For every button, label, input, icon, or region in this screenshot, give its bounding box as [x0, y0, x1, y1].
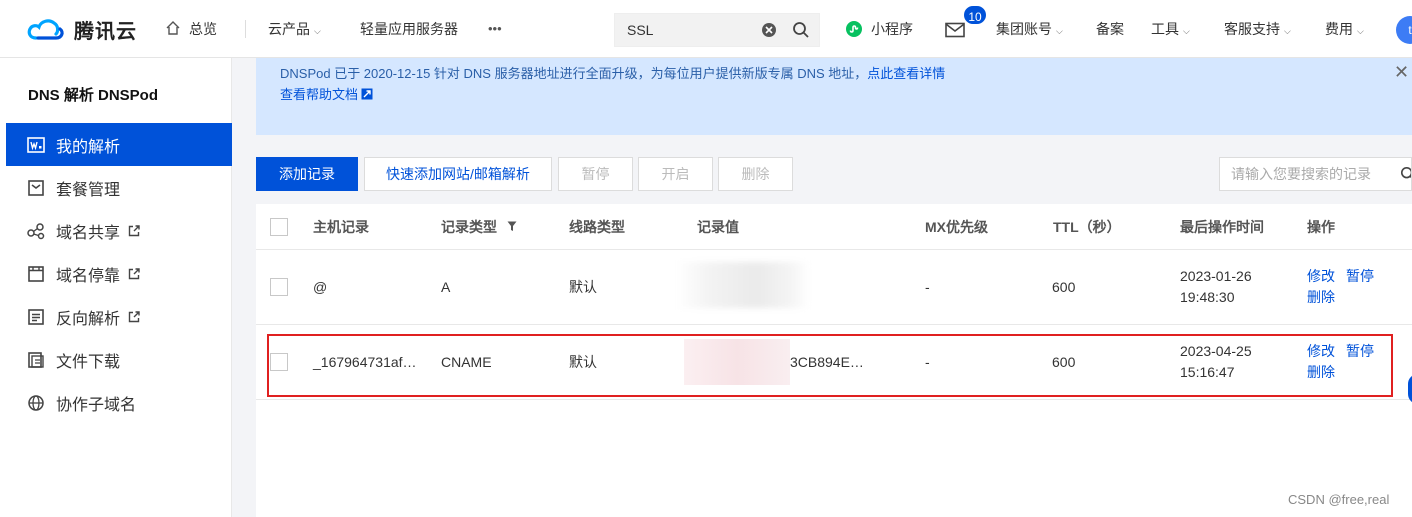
nav-overview[interactable]: 总览 — [165, 0, 217, 58]
nav-tools[interactable]: 工具 ⌵ — [1151, 0, 1190, 58]
table-row: @ A 默认 - 600 2023-01-26 19:48:30 修改 暂停 删… — [256, 250, 1412, 325]
nav-icp[interactable]: 备案 — [1096, 0, 1124, 58]
globe-icon — [26, 393, 46, 413]
col-host: 主机记录 — [313, 219, 369, 235]
external-link-icon — [128, 310, 140, 323]
select-all-checkbox[interactable] — [270, 218, 288, 236]
chevron-down-icon: ⌵ — [1183, 26, 1190, 36]
close-icon[interactable]: ✕ — [1394, 62, 1409, 83]
notice-text-line: DNSPod 已于 2020-12-15 针对 DNS 服务器地址进行全面升级，… — [280, 63, 945, 82]
package-icon — [26, 178, 46, 198]
search-icon[interactable] — [1400, 166, 1412, 182]
miniprogram-icon — [846, 21, 862, 37]
avatar[interactable]: t — [1396, 16, 1412, 44]
chevron-down-icon: ⌵ — [1357, 26, 1364, 36]
edit-link[interactable]: 修改 — [1307, 266, 1335, 287]
global-search-input[interactable] — [615, 14, 755, 46]
tencent-cloud-logo[interactable]: 腾讯云 — [26, 14, 137, 44]
filter-icon[interactable] — [507, 221, 517, 232]
add-record-button[interactable]: 添加记录 — [256, 157, 358, 191]
cell-date: 2023-01-26 — [1180, 268, 1252, 284]
nav-billing[interactable]: 费用 ⌵ — [1325, 0, 1364, 58]
external-link-icon — [128, 267, 140, 280]
sidebar-item-my-dns[interactable]: 我的解析 — [6, 123, 232, 166]
cell-host: @ — [313, 279, 328, 295]
upgrade-notice: DNSPod 已于 2020-12-15 针对 DNS 服务器地址进行全面升级，… — [256, 58, 1412, 135]
dns-record-icon — [26, 135, 46, 155]
cell-mx: - — [925, 279, 930, 295]
notice-help-link[interactable]: 查看帮助文档 — [280, 84, 358, 103]
sidebar-item-package[interactable]: 套餐管理 — [6, 166, 232, 209]
parking-icon — [26, 264, 46, 284]
cell-ttl: 600 — [1052, 279, 1076, 295]
red-highlight-box — [267, 334, 1393, 397]
search-icon[interactable] — [792, 21, 810, 39]
record-search-input[interactable] — [1220, 158, 1390, 190]
record-search — [1219, 157, 1412, 191]
message-count-badge: 10 — [962, 4, 988, 26]
sidebar-item-collab-subdomain[interactable]: 协作子域名 — [6, 381, 232, 424]
cell-line: 默认 — [569, 279, 597, 295]
sidebar-item-domain-parking[interactable]: 域名停靠 — [6, 252, 232, 295]
sidebar: DNS 解析 DNSPod 我的解析 套餐管理 域名共享 域名停靠 反向解析 文… — [0, 58, 232, 517]
global-search — [614, 13, 820, 47]
cell-time: 19:48:30 — [1180, 289, 1235, 305]
nav-more[interactable]: ••• — [488, 0, 502, 58]
notice-text: DNSPod 已于 2020-12-15 针对 DNS 服务器地址进行全面升级，… — [280, 66, 868, 81]
redacted-value — [676, 262, 810, 308]
top-navigation: 腾讯云 总览 云产品⌵ 轻量应用服务器 ••• 小程序 10 集团账号⌵ — [0, 0, 1412, 58]
cell-type: A — [441, 279, 451, 295]
nav-support[interactable]: 客服支持 ⌵ — [1224, 0, 1291, 58]
sidebar-item-reverse-dns[interactable]: 反向解析 — [6, 295, 232, 338]
enable-button[interactable]: 开启 — [638, 157, 713, 191]
chevron-down-icon: ⌵ — [1284, 26, 1291, 36]
col-time: 最后操作时间 — [1180, 219, 1264, 235]
home-icon — [166, 21, 180, 35]
share-icon — [26, 221, 46, 241]
nav-miniprogram[interactable]: 小程序 — [845, 0, 913, 58]
row-checkbox[interactable] — [270, 278, 288, 296]
reverse-dns-icon — [26, 307, 46, 327]
col-ops: 操作 — [1307, 219, 1335, 235]
notice-details-link[interactable]: 点此查看详情 — [867, 66, 945, 81]
chevron-down-icon: ⌵ — [1056, 26, 1063, 36]
chevron-down-icon: ⌵ — [314, 26, 321, 36]
brand-name: 腾讯云 — [74, 20, 137, 43]
notice-help-line: 查看帮助文档 — [280, 84, 373, 103]
sidebar-item-file-download[interactable]: 文件下载 — [6, 338, 232, 381]
col-ttl: TTL（秒） — [1053, 219, 1121, 235]
col-type: 记录类型 — [441, 204, 517, 250]
delete-link[interactable]: 删除 — [1307, 287, 1335, 308]
pause-link[interactable]: 暂停 — [1346, 266, 1374, 287]
mail-icon[interactable] — [945, 22, 965, 38]
clear-icon[interactable] — [761, 22, 777, 38]
quick-add-button[interactable]: 快速添加网站/邮箱解析 — [364, 157, 552, 191]
col-mx: MX优先级 — [925, 219, 988, 235]
file-download-icon — [26, 350, 46, 370]
external-link-icon — [361, 88, 373, 99]
col-value: 记录值 — [697, 219, 739, 235]
nav-group-account[interactable]: 集团账号 ⌵ — [996, 0, 1063, 58]
nav-divider — [245, 20, 246, 38]
table-header: 主机记录 记录类型 线路类型 记录值 MX优先级 TTL（秒） 最后操作时间 操… — [256, 204, 1412, 250]
nav-products[interactable]: 云产品 ⌵ — [268, 0, 321, 58]
pause-button[interactable]: 暂停 — [558, 157, 633, 191]
watermark: CSDN @free,real — [1288, 492, 1390, 507]
delete-button[interactable]: 删除 — [718, 157, 793, 191]
sidebar-title: DNS 解析 DNSPod — [28, 87, 159, 104]
external-link-icon — [128, 224, 140, 237]
cloud-logo-icon — [27, 19, 64, 40]
nav-lighthouse[interactable]: 轻量应用服务器 — [360, 0, 458, 58]
col-line: 线路类型 — [569, 219, 625, 235]
sidebar-item-domain-share[interactable]: 域名共享 — [6, 209, 232, 252]
